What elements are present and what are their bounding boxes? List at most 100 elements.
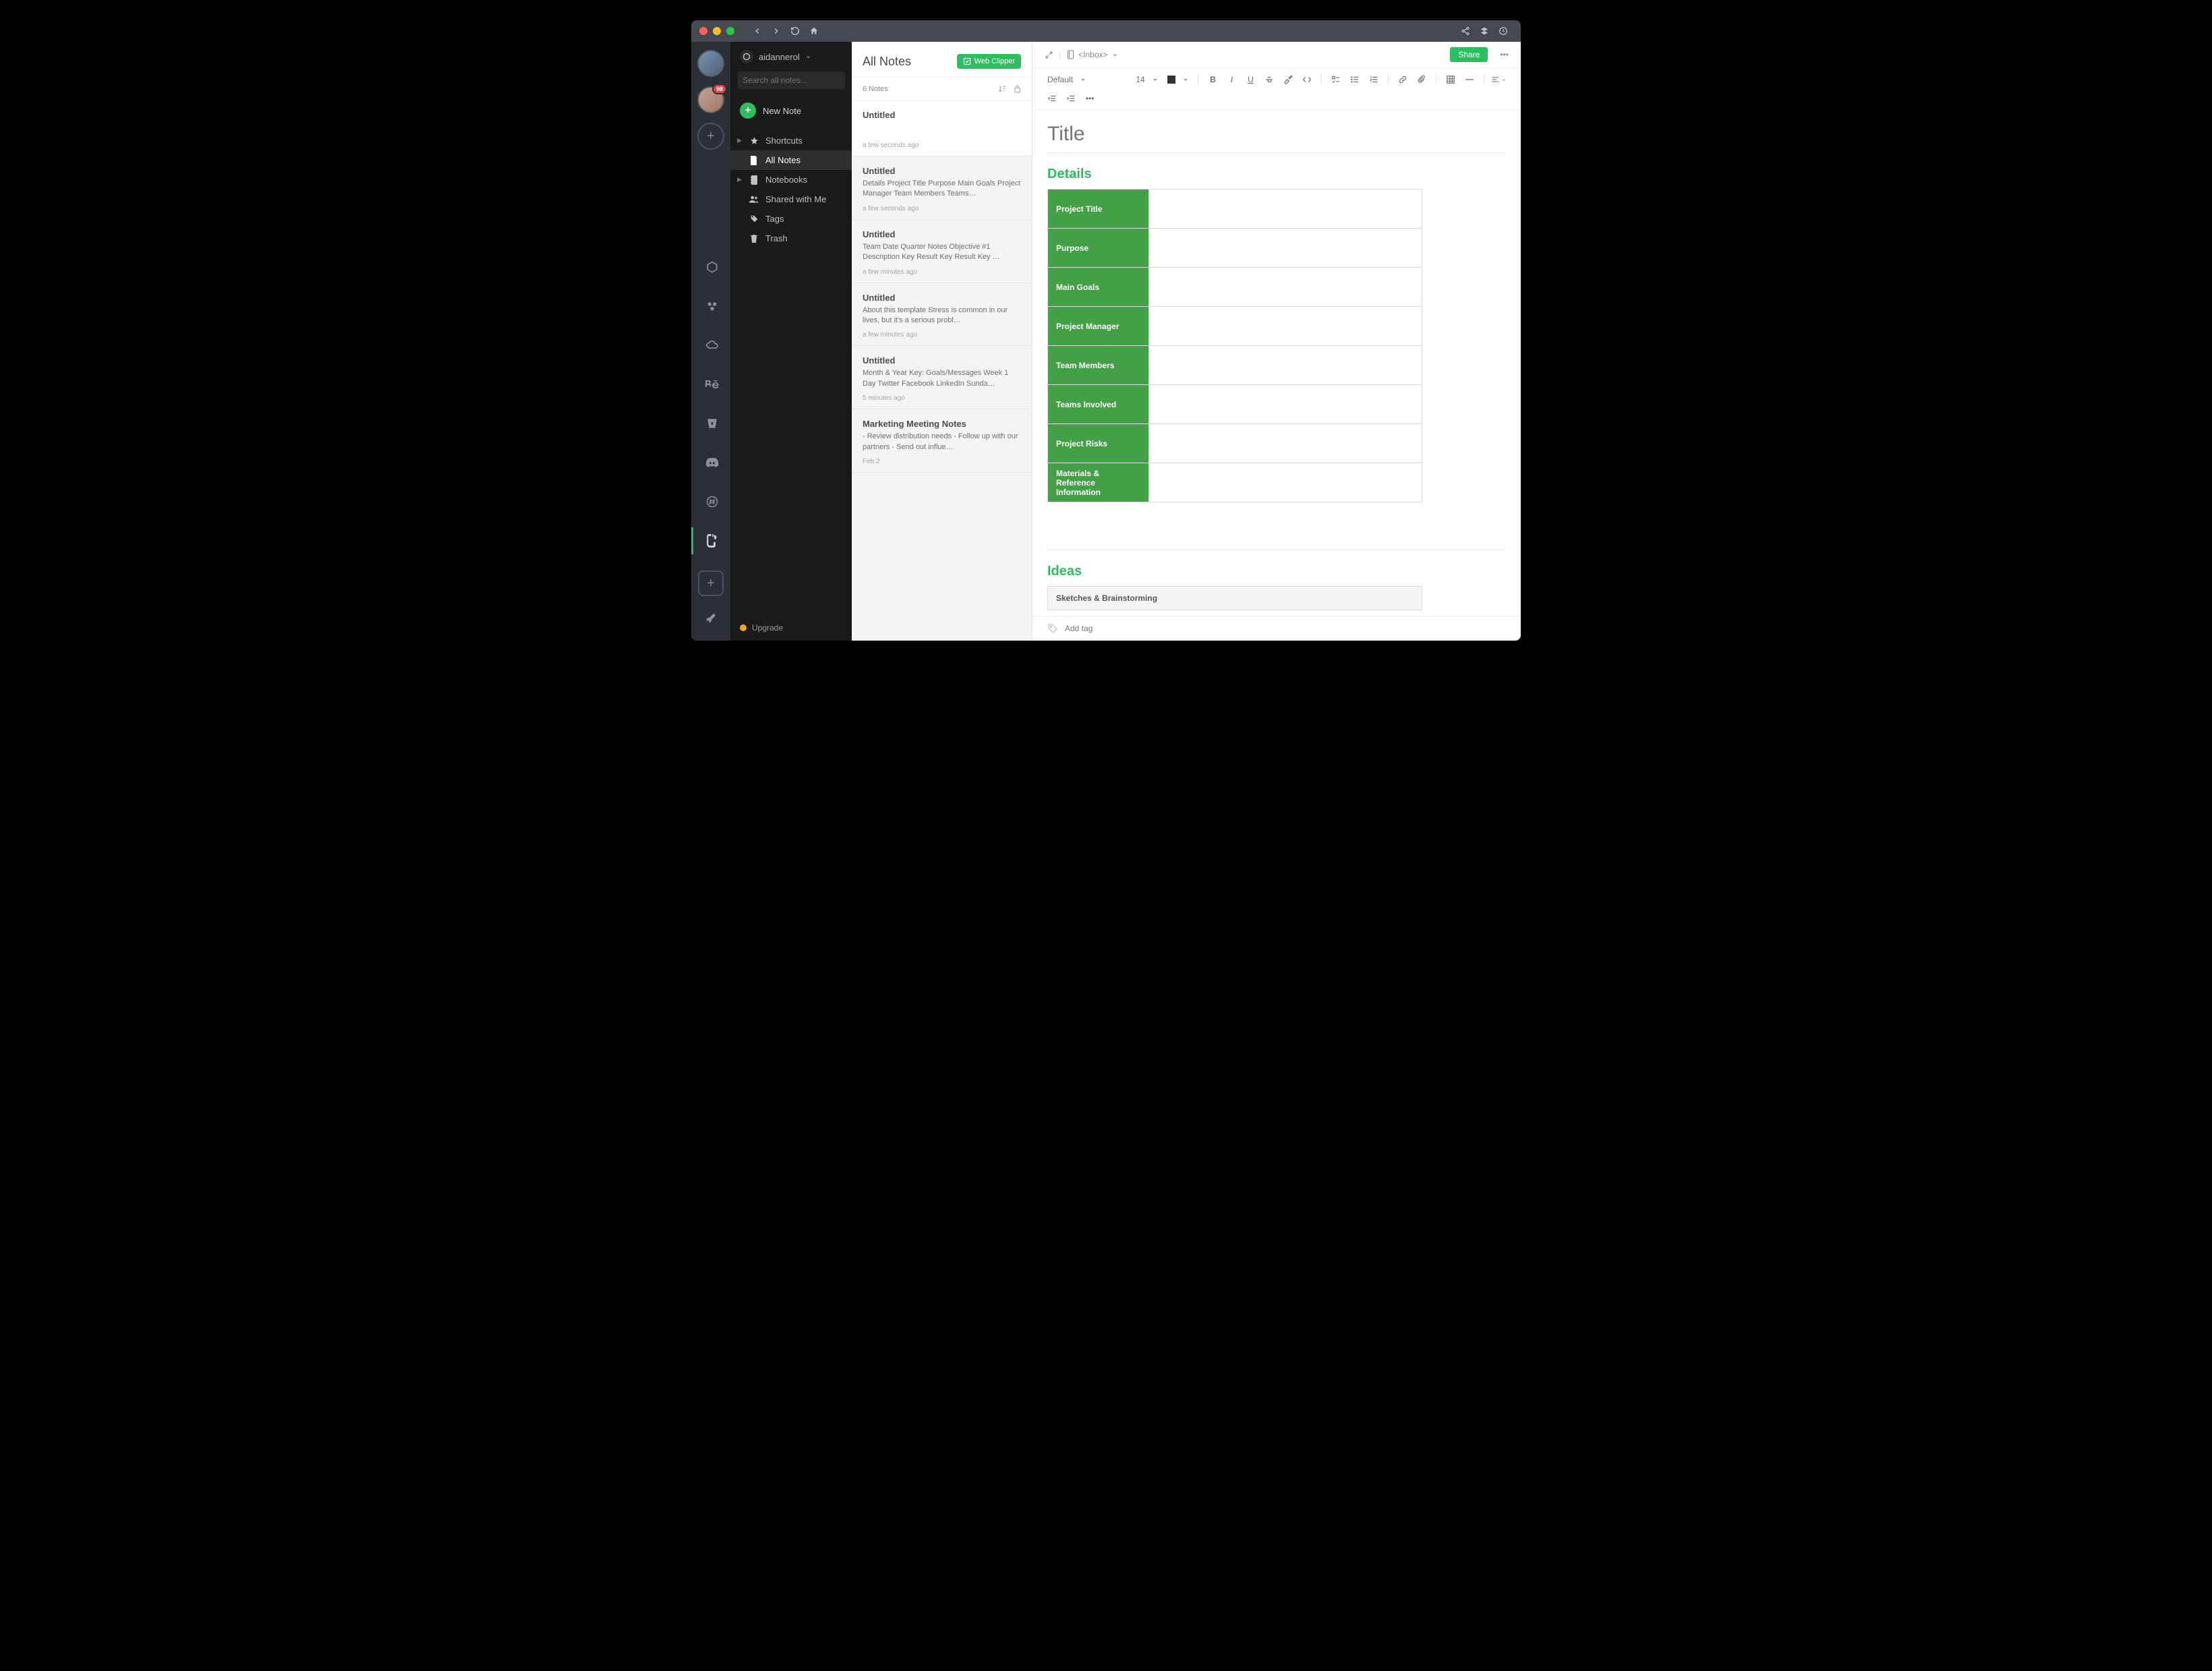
details-row-value[interactable] [1149,424,1422,463]
note-card-preview: Team Date Quarter Notes Objective #1 Des… [863,242,1021,263]
title-bar [691,20,1521,42]
upgrade-dot-icon [740,624,747,631]
text-color-select[interactable] [1165,74,1191,86]
sort-button[interactable] [998,84,1007,93]
note-title-input[interactable] [1032,111,1521,152]
share-titlebar-button[interactable] [1456,22,1475,40]
details-row-value[interactable] [1149,385,1422,424]
expand-button[interactable] [1045,51,1053,59]
align-button[interactable] [1491,72,1506,87]
nav-label: Trash [765,233,788,243]
hr-button[interactable] [1462,72,1477,87]
upgrade-button[interactable]: Upgrade [730,615,852,641]
note-card[interactable]: Marketing Meeting Notes- Review distribu… [852,409,1032,473]
notebook-breadcrumb[interactable]: <Inbox> [1066,50,1117,59]
strikethrough-button[interactable] [1262,72,1277,87]
note-editor: | <Inbox> Share ••• Default 14 B I U [1032,42,1521,641]
new-note-button[interactable]: + New Note [730,97,852,124]
underline-button[interactable]: U [1243,72,1258,87]
note-card-date: a few seconds ago [863,142,1021,149]
font-size-select[interactable]: 14 [1133,74,1161,86]
more-format-button[interactable]: ••• [1082,91,1097,106]
note-card[interactable]: UntitledDetails Project Title Purpose Ma… [852,156,1032,220]
nav-item-trash[interactable]: Trash [730,229,852,248]
note-card-title: Untitled [863,293,1021,303]
bold-button[interactable]: B [1205,72,1220,87]
app-icon-cube[interactable] [691,254,730,281]
nav-item-shared[interactable]: Shared with Me [730,189,852,209]
table-button[interactable] [1443,72,1458,87]
nav-item-tags[interactable]: Tags [730,209,852,229]
bullet-list-button[interactable] [1347,72,1362,87]
tag-icon [749,214,759,223]
app-icon-discord[interactable] [691,449,730,476]
notes-list-column: All Notes Web Clipper 6 Notes Untitleda … [852,42,1032,641]
link-button[interactable] [1395,72,1410,87]
app-icon-cloud[interactable] [691,332,730,359]
nav-item-all-notes[interactable]: All Notes [730,150,852,170]
code-block-button[interactable] [1300,72,1314,87]
attachment-button[interactable] [1414,72,1429,87]
app-window: 98 + + aidannerol [691,20,1521,641]
layers-button[interactable] [1475,22,1494,40]
clipper-icon [963,57,971,65]
reload-button[interactable] [786,22,805,40]
minimize-window-button[interactable] [713,27,721,35]
settings-button[interactable] [705,612,717,624]
app-icon-behance[interactable] [691,371,730,398]
web-clipper-button[interactable]: Web Clipper [957,54,1021,69]
details-row-value[interactable] [1149,346,1422,385]
details-row-value[interactable] [1149,463,1422,502]
workspace-avatar-1[interactable] [697,50,724,77]
details-row-label: Main Goals [1048,268,1149,307]
details-row-value[interactable] [1149,229,1422,268]
history-button[interactable] [1494,22,1513,40]
nav-item-notebooks[interactable]: ▶ Notebooks [730,170,852,189]
note-card[interactable]: Untitleda few seconds ago [852,100,1032,156]
highlight-button[interactable] [1281,72,1296,87]
note-card[interactable]: UntitledMonth & Year Key: Goals/Messages… [852,346,1032,409]
details-row-label: Teams Involved [1048,385,1149,424]
account-switcher[interactable]: aidannerol [730,42,852,71]
outdent-button[interactable] [1045,91,1059,106]
note-card-title: Untitled [863,229,1021,239]
app-icon-evernote[interactable] [691,527,730,554]
search-input[interactable] [743,76,847,85]
details-row-value[interactable] [1149,189,1422,229]
lock-icon[interactable] [1014,84,1021,93]
maximize-window-button[interactable] [726,27,734,35]
details-table[interactable]: Project TitlePurposeMain GoalsProject Ma… [1047,189,1422,502]
nav-back-button[interactable] [748,22,767,40]
app-icon-bitbucket[interactable] [691,410,730,437]
close-window-button[interactable] [699,27,707,35]
numbered-list-button[interactable] [1366,72,1381,87]
nav-forward-button[interactable] [767,22,786,40]
note-card[interactable]: UntitledAbout this template Stress is co… [852,283,1032,347]
ideas-table[interactable]: Sketches & Brainstorming [1047,586,1422,610]
add-workspace-button[interactable]: + [697,123,724,150]
checklist-button[interactable] [1329,72,1343,87]
chevron-down-icon [1112,52,1118,58]
note-card-preview: Details Project Title Purpose Main Goals… [863,179,1021,200]
nav-item-shortcuts[interactable]: ▶ Shortcuts [730,131,852,150]
caret-icon: ▶ [737,137,743,144]
more-button[interactable]: ••• [1500,50,1509,59]
app-icon-hash[interactable] [691,488,730,515]
add-app-button[interactable]: + [698,570,724,596]
add-tag-input[interactable] [1065,624,1506,633]
details-row-value[interactable] [1149,268,1422,307]
notification-badge: 98 [712,84,727,94]
workspace-avatar-2[interactable]: 98 [697,86,724,113]
details-row-value[interactable] [1149,307,1422,346]
evernote-sidebar: aidannerol + New Note ▶ Shortcuts [730,42,852,641]
note-card[interactable]: Untitled Team Date Quarter Notes Objectiv… [852,220,1032,283]
italic-button[interactable]: I [1224,72,1239,87]
font-family-select[interactable]: Default [1045,74,1088,86]
app-icon-dots[interactable] [691,293,730,320]
search-notes[interactable] [737,71,845,89]
note-body[interactable]: Details Project TitlePurposeMain GoalsPr… [1032,152,1521,616]
indent-button[interactable] [1064,91,1078,106]
share-button[interactable]: Share [1450,47,1488,62]
home-button[interactable] [805,22,823,40]
star-icon [749,136,759,145]
